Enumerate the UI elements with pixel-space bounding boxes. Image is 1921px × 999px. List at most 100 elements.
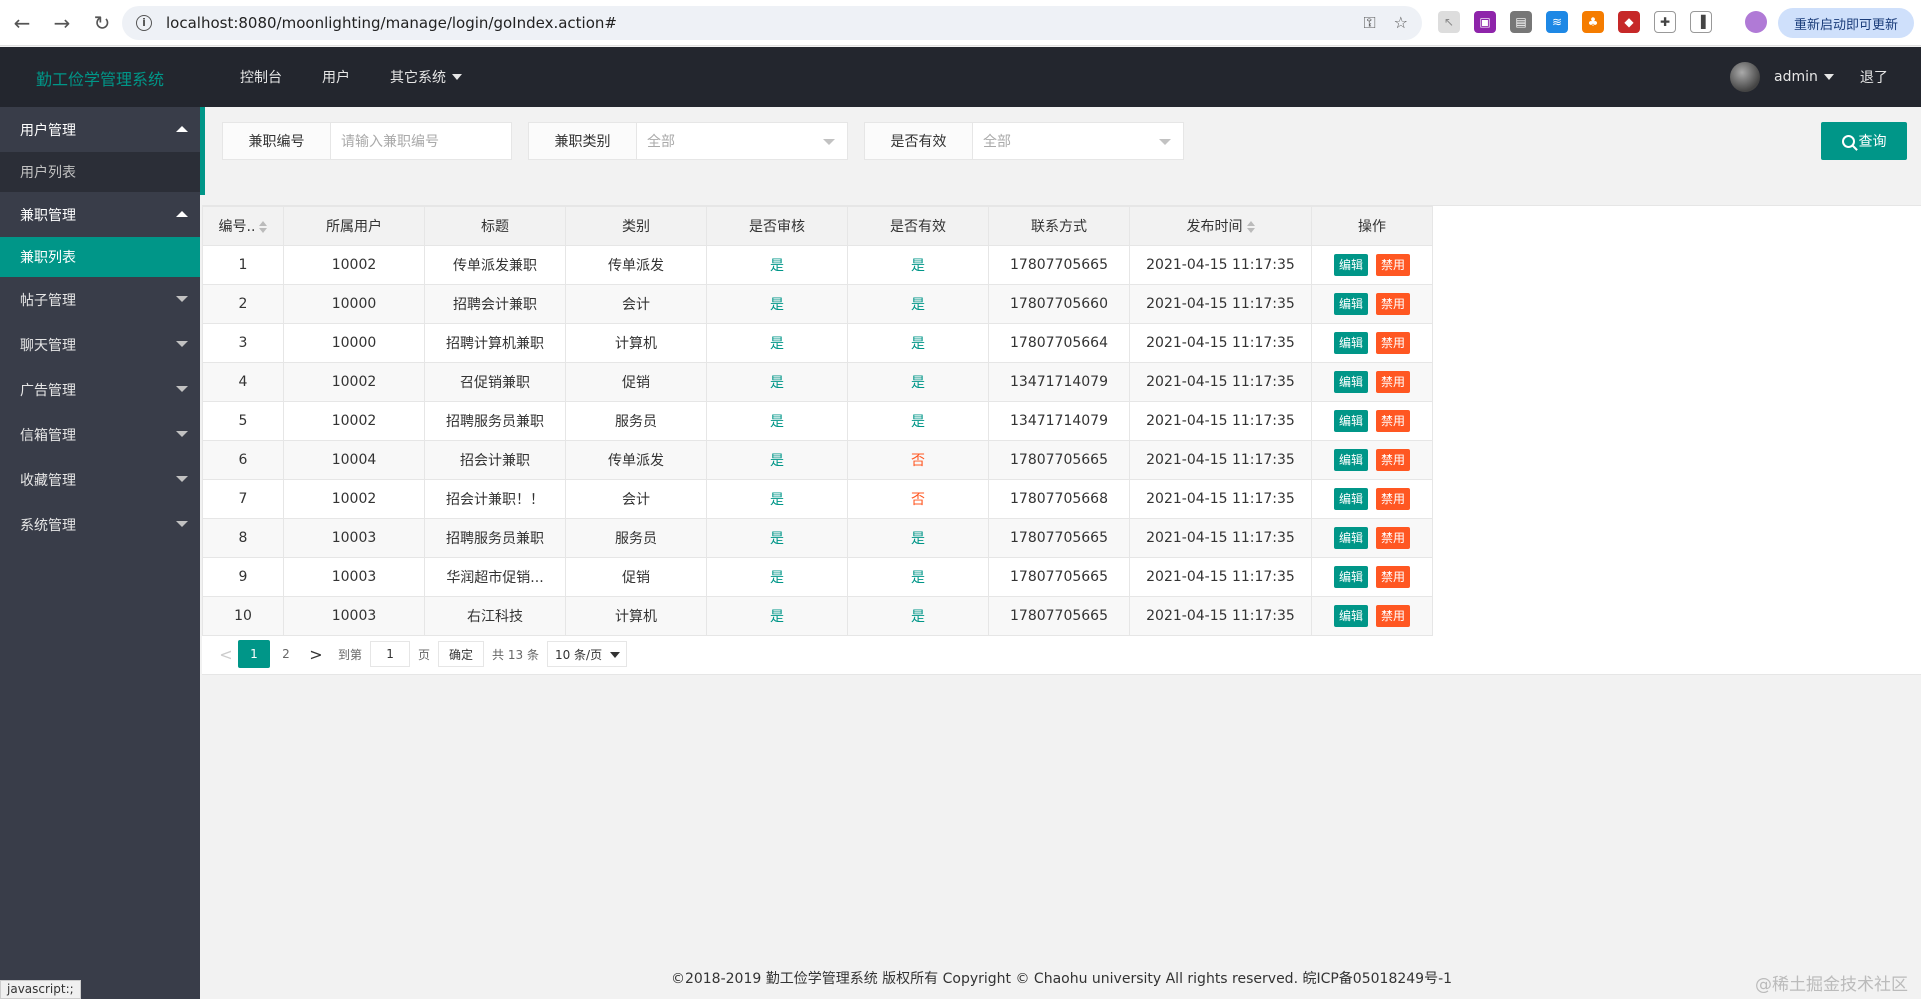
- extension-purple-icon[interactable]: ▣: [1474, 11, 1496, 33]
- edit-button[interactable]: 编辑: [1333, 293, 1368, 315]
- filter-is-valid: 是否有效 全部: [864, 122, 1184, 160]
- edit-button[interactable]: 编辑: [1333, 410, 1368, 432]
- key-icon[interactable]: ⚿: [1363, 13, 1375, 33]
- disable-button[interactable]: 禁用: [1376, 293, 1411, 315]
- edit-button[interactable]: 编辑: [1333, 605, 1368, 627]
- disable-button[interactable]: 禁用: [1376, 449, 1411, 471]
- sidebar-group-mailbox-management[interactable]: 信箱管理: [0, 412, 200, 457]
- parttime-id-input[interactable]: 请输入兼职编号: [331, 123, 511, 159]
- parttime-type-select[interactable]: 全部: [637, 123, 847, 159]
- top-nav-users[interactable]: 用户: [322, 67, 350, 87]
- sidebar-group-ad-management[interactable]: 广告管理: [0, 367, 200, 412]
- sidebar-group-favorites-management[interactable]: 收藏管理: [0, 457, 200, 502]
- sidebar-group-user-management[interactable]: 用户管理: [0, 107, 200, 152]
- reload-icon[interactable]: ↻: [84, 5, 120, 41]
- edit-button[interactable]: 编辑: [1333, 254, 1368, 276]
- edit-button[interactable]: 编辑: [1333, 332, 1368, 354]
- is-valid-select[interactable]: 全部: [973, 123, 1183, 159]
- cell-valid: 是: [847, 284, 989, 324]
- cell-id: 3: [202, 323, 284, 363]
- cell-publish-time: 2021-04-15 11:17:35: [1129, 518, 1312, 558]
- goto-confirm-button[interactable]: 确定: [438, 641, 485, 667]
- cell-user: 10002: [283, 401, 425, 441]
- logout-link[interactable]: 退了: [1860, 67, 1888, 87]
- extensions-puzzle-icon[interactable]: ✚: [1654, 11, 1676, 33]
- disable-button[interactable]: 禁用: [1376, 566, 1411, 588]
- parttime-table: 编号.. 所属用户 标题 类别 是否审核 是否有效 联系方式 发布时间 操作 1…: [202, 206, 1433, 636]
- disable-button[interactable]: 禁用: [1376, 410, 1411, 432]
- side-panel-icon[interactable]: ▐: [1690, 11, 1712, 33]
- cell-id: 7: [202, 479, 284, 519]
- sidebar-item-user-list[interactable]: 用户列表: [0, 152, 200, 192]
- disable-button[interactable]: 禁用: [1376, 488, 1411, 510]
- sidebar-group-chat-management[interactable]: 聊天管理: [0, 322, 200, 367]
- address-bar[interactable]: i localhost:8080/moonlighting/manage/log…: [122, 6, 1422, 40]
- avatar[interactable]: [1730, 62, 1760, 92]
- cell-id: 2: [202, 284, 284, 324]
- page-size-select[interactable]: 10 条/页: [546, 641, 627, 667]
- app-header: 勤工俭学管理系统 控制台 用户 其它系统 admin 退了: [0, 47, 1921, 107]
- top-nav-other-systems[interactable]: 其它系统: [390, 67, 462, 87]
- extension-window-icon[interactable]: ▤: [1510, 11, 1532, 33]
- site-info-icon[interactable]: i: [136, 15, 152, 31]
- cell-type: 会计: [565, 479, 707, 519]
- cell-valid: 否: [847, 479, 989, 519]
- cell-audited: 是: [706, 245, 848, 285]
- disable-button[interactable]: 禁用: [1376, 332, 1411, 354]
- next-page-icon[interactable]: >: [302, 640, 330, 668]
- cell-id: 6: [202, 440, 284, 480]
- user-area: admin 退了: [1730, 47, 1888, 107]
- extension-ublock-icon[interactable]: ◆: [1618, 11, 1640, 33]
- bookmark-star-icon[interactable]: ☆: [1394, 13, 1408, 33]
- back-icon[interactable]: ←: [4, 5, 40, 41]
- sort-icon[interactable]: [1246, 221, 1255, 233]
- extension-layers-icon[interactable]: ≋: [1546, 11, 1568, 33]
- goto-page-input[interactable]: 1: [370, 641, 411, 667]
- update-button[interactable]: 重新启动即可更新: [1778, 8, 1914, 38]
- cell-type: 计算机: [565, 596, 707, 636]
- extension-cursor-icon[interactable]: ↖: [1438, 11, 1460, 33]
- chevron-down-icon: [452, 74, 462, 80]
- disable-button[interactable]: 禁用: [1376, 254, 1411, 276]
- table-row: 1 10002 传单派发兼职 传单派发是是 17807705665 2021-04-15 …: [202, 245, 1433, 285]
- app-logo[interactable]: 勤工俭学管理系统: [36, 66, 164, 90]
- cell-title: 华润超市促销...: [424, 557, 566, 597]
- edit-button[interactable]: 编辑: [1333, 488, 1368, 510]
- sort-icon[interactable]: [259, 221, 268, 233]
- forward-icon[interactable]: →: [44, 5, 80, 41]
- sidebar-item-parttime-list[interactable]: 兼职列表: [0, 237, 200, 277]
- cell-audited: 是: [706, 557, 848, 597]
- disable-button[interactable]: 禁用: [1376, 371, 1411, 393]
- user-menu[interactable]: admin: [1774, 69, 1834, 85]
- sidebar-group-post-management[interactable]: 帖子管理: [0, 277, 200, 322]
- table-row: 7 10002 招会计兼职！！ 会计是否 17807705668 2021-04-15 1…: [202, 479, 1433, 519]
- sidebar-group-system-management[interactable]: 系统管理: [0, 502, 200, 547]
- profile-avatar[interactable]: [1745, 11, 1767, 33]
- column-header-type: 类别: [565, 206, 707, 246]
- sidebar-group-parttime-management[interactable]: 兼职管理: [0, 192, 200, 237]
- prev-page-icon[interactable]: <: [214, 640, 238, 668]
- cell-actions: 编辑 禁用: [1311, 518, 1433, 558]
- column-header-publish-time[interactable]: 发布时间: [1129, 206, 1312, 246]
- cell-type: 传单派发: [565, 245, 707, 285]
- cell-audited: 是: [706, 596, 848, 636]
- edit-button[interactable]: 编辑: [1333, 371, 1368, 393]
- cell-audited: 是: [706, 401, 848, 441]
- edit-button[interactable]: 编辑: [1333, 527, 1368, 549]
- page-1-button[interactable]: 1: [238, 640, 270, 668]
- top-nav-console[interactable]: 控制台: [240, 67, 282, 87]
- extension-orange-icon[interactable]: ♣: [1582, 11, 1604, 33]
- query-button[interactable]: 查询: [1821, 122, 1907, 160]
- disable-button[interactable]: 禁用: [1376, 527, 1411, 549]
- cell-publish-time: 2021-04-15 11:17:35: [1129, 557, 1312, 597]
- column-header-id[interactable]: 编号..: [202, 206, 284, 246]
- cell-publish-time: 2021-04-15 11:17:35: [1129, 284, 1312, 324]
- column-header-contact: 联系方式: [988, 206, 1130, 246]
- disable-button[interactable]: 禁用: [1376, 605, 1411, 627]
- page-2-button[interactable]: 2: [270, 640, 302, 668]
- cell-id: 9: [202, 557, 284, 597]
- edit-button[interactable]: 编辑: [1333, 449, 1368, 471]
- edit-button[interactable]: 编辑: [1333, 566, 1368, 588]
- cell-title: 招聘服务员兼职: [424, 518, 566, 558]
- cell-actions: 编辑 禁用: [1311, 245, 1433, 285]
